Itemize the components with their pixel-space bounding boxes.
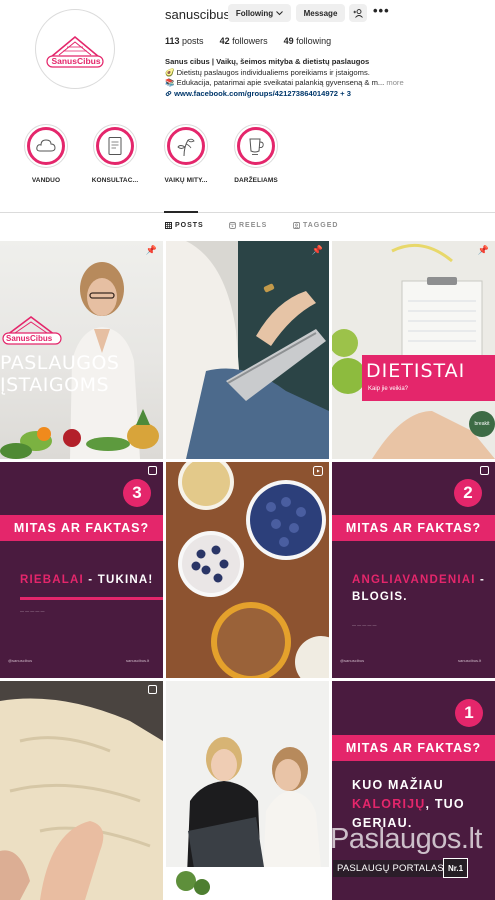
active-tab-indicator <box>164 211 198 213</box>
link-icon <box>165 90 172 96</box>
posts-count[interactable]: 113 posts <box>165 36 204 46</box>
bio-line-2: 📚 Edukacija, patarimai apie sveikatai pa… <box>165 78 404 87</box>
following-button-label: Following <box>235 8 274 18</box>
highlight-label: VANDUO <box>31 177 61 184</box>
followers-count[interactable]: 42 followers <box>220 36 268 46</box>
watermark-site: Paslaugos.lt <box>330 823 483 855</box>
watermark-badge: Nr.1 <box>443 858 468 878</box>
profile-avatar[interactable]: SanusCibus <box>35 9 115 89</box>
post-tile-food-bowls[interactable] <box>166 462 329 678</box>
highlight-vaiku-mityba[interactable]: VAIKŲ MITY... <box>161 124 211 184</box>
carousel-icon <box>480 466 489 475</box>
profile-bio: Sanus cibus | Vaikų, šeimos mityba & die… <box>165 57 485 99</box>
post-photo <box>166 462 329 678</box>
reels-icon <box>229 222 236 229</box>
plant-icon <box>177 138 195 157</box>
cup-icon <box>249 138 264 155</box>
post-caption: — — — — — <box>20 608 45 613</box>
suggested-accounts-button[interactable] <box>349 4 367 22</box>
post-tile-dough[interactable] <box>0 681 163 900</box>
highlight-label: VAIKŲ MITY... <box>164 177 208 184</box>
post-subtitle: Kaip jie veikia? <box>368 386 409 392</box>
bio-link[interactable]: www.facebook.com/groups/421273864014972 … <box>165 89 485 100</box>
following-button[interactable]: Following <box>228 4 291 22</box>
post-footer-right: sanuscibus.lt <box>458 658 482 663</box>
message-button-label: Message <box>303 8 338 18</box>
headline-underline <box>20 597 163 600</box>
post-tile-paslaugos-istaigoms[interactable]: SanusCibus PASLAUGOS ĮSTAIGOMS 📌 <box>0 241 163 459</box>
tabs-divider <box>0 212 495 213</box>
tab-tagged-label: TAGGED <box>303 222 339 229</box>
post-number-badge: 1 <box>455 699 483 727</box>
post-tile-mitas-riebalai[interactable]: 3 MITAS AR FAKTAS? RIEBALAI - TUKINA! — … <box>0 462 163 678</box>
profile-username: sanuscibus <box>165 7 231 22</box>
post-headline: RIEBALAI - TUKINA! <box>20 574 154 586</box>
tab-reels[interactable]: REELS <box>229 222 267 229</box>
pin-icon: 📌 <box>477 245 489 255</box>
highlight-darzeliams[interactable]: DARŽELIAMS <box>231 124 281 184</box>
tab-posts-label: POSTS <box>175 222 204 229</box>
post-footer-left: @sanuscibus <box>340 658 365 663</box>
profile-stats: 113 posts 42 followers 49 following <box>165 36 331 46</box>
carousel-icon <box>148 685 157 694</box>
cloud-icon <box>36 139 56 152</box>
post-photo <box>166 241 329 459</box>
chevron-down-icon <box>276 10 284 15</box>
pin-icon: 📌 <box>311 245 323 255</box>
breakit-logo: breakit <box>469 411 495 437</box>
carousel-icon <box>148 466 157 475</box>
post-photo <box>0 262 159 459</box>
post-photo <box>166 681 329 900</box>
highlight-vanduo[interactable]: VANDUO <box>21 124 71 184</box>
post-headline: ANGLIAVANDENIAI - BLOGIS. <box>352 574 486 603</box>
post-tile-mitas-angliavandeniai[interactable]: 2 MITAS AR FAKTAS? ANGLIAVANDENIAI - BLO… <box>332 462 495 678</box>
add-person-icon <box>353 8 363 18</box>
more-options-icon[interactable]: ••• <box>373 3 390 18</box>
post-number-badge: 2 <box>454 479 482 507</box>
bio-line-1: 🥑 Dietistų paslaugos individualiems pore… <box>165 67 370 77</box>
document-icon <box>108 137 122 155</box>
tab-tagged[interactable]: TAGGED <box>293 222 338 229</box>
post-logo-text: SanusCibus <box>6 334 53 343</box>
following-count[interactable]: 49 following <box>284 36 332 46</box>
highlight-label: KONSULTAC... <box>91 177 139 184</box>
reel-icon <box>313 466 323 476</box>
tab-reels-label: REELS <box>239 222 268 229</box>
post-tile-team-photo[interactable] <box>166 681 329 900</box>
post-footer-left: @sanuscibus <box>8 658 33 663</box>
post-number-badge: 3 <box>123 479 151 507</box>
avatar-logo-text: SanusCibus <box>51 56 101 66</box>
tagged-icon <box>293 222 300 229</box>
story-highlights: VANDUO KONSULTAC... VAIKŲ MITY... DARŽEL… <box>0 124 495 194</box>
post-banner: MITAS AR FAKTAS? <box>332 515 495 541</box>
post-photo <box>0 681 163 900</box>
grid-icon <box>165 222 172 229</box>
post-banner: MITAS AR FAKTAS? <box>0 515 163 541</box>
post-title: DIETISTAI <box>366 360 466 382</box>
pin-icon: 📌 <box>145 245 157 255</box>
highlight-konsultacijos[interactable]: KONSULTAC... <box>90 124 140 184</box>
message-button[interactable]: Message <box>296 4 345 22</box>
post-tile-dietistai[interactable]: DIETISTAI Kaip jie veikia? breakit 📌 <box>332 241 495 459</box>
post-tile-laptop[interactable]: 📌 <box>166 241 329 459</box>
post-title: PASLAUGOS ĮSTAIGOMS <box>0 352 120 396</box>
bio-name: Sanus cibus | Vaikų, šeimos mityba & die… <box>165 57 370 66</box>
post-caption: — — — — — <box>352 622 377 627</box>
tab-posts[interactable]: POSTS <box>165 222 204 229</box>
bio-more-link[interactable]: more <box>386 78 403 87</box>
highlight-label: DARŽELIAMS <box>234 177 278 184</box>
post-footer-right: sanuscibus.lt <box>126 658 150 663</box>
post-banner: MITAS AR FAKTAS? <box>332 735 495 761</box>
